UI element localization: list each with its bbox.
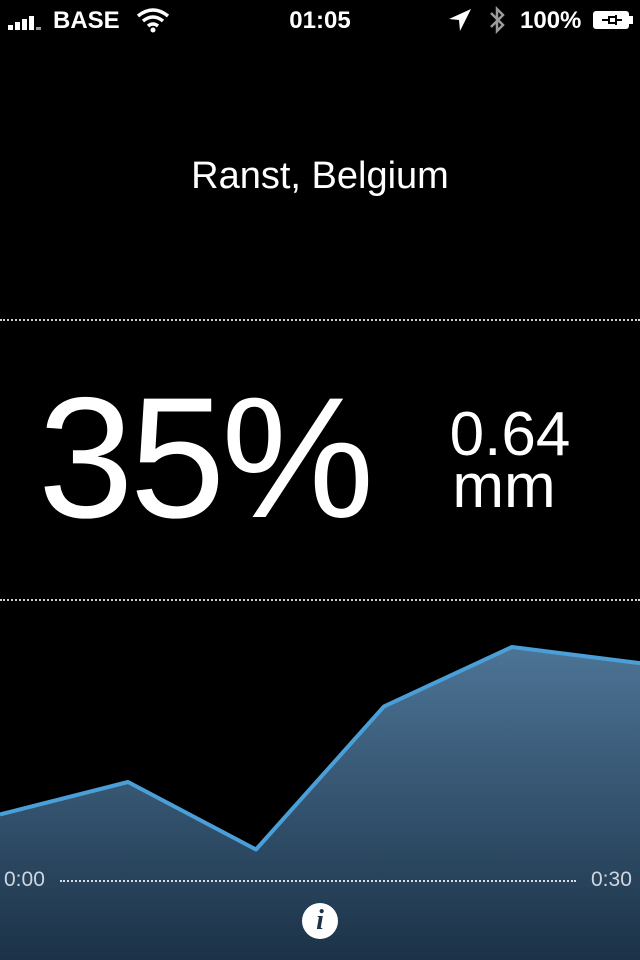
status-bar: BASE 01:05 100% — [0, 0, 640, 40]
precipitation-unit: mm — [452, 452, 556, 521]
bluetooth-icon — [490, 5, 505, 35]
chart-time-axis — [60, 880, 576, 882]
battery-charging-icon — [593, 11, 633, 29]
divider-bottom — [0, 599, 640, 601]
location-title: Ranst, Belgium — [191, 155, 449, 197]
humidity-value: 35% — [38, 362, 374, 554]
location-arrow-icon — [449, 9, 471, 31]
chart-end-time-label: 0:30 — [591, 868, 632, 891]
info-button[interactable]: i — [302, 903, 338, 939]
battery-percentage: 100% — [520, 7, 582, 34]
divider-top — [0, 319, 640, 321]
chart-start-time-label: 0:00 — [4, 868, 45, 891]
